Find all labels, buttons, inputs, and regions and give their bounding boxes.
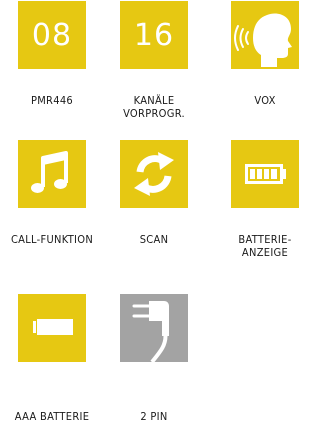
feature-tile-aaa-battery bbox=[18, 294, 86, 362]
headset-plug-icon bbox=[132, 301, 169, 362]
scan-arrows-icon bbox=[134, 152, 174, 196]
feature-label-2pin: 2 PIN bbox=[140, 410, 168, 423]
feature-tile-2pin bbox=[120, 294, 188, 362]
feature-label-vox: VOX bbox=[254, 94, 276, 107]
feature-tile-call bbox=[18, 140, 86, 208]
feature-label-battery-indicator: BATTERIE- ANZEIGE bbox=[238, 233, 292, 259]
feature-tile-battery-indicator bbox=[231, 140, 299, 208]
feature-tile-pmr446: 08 bbox=[18, 1, 86, 69]
music-note-icon bbox=[31, 151, 68, 193]
feature-label-aaa-battery: AAA BATTERIE bbox=[14, 410, 90, 423]
aaa-battery-icon bbox=[33, 319, 73, 335]
channel-count-text: 08 bbox=[31, 17, 73, 53]
feature-label-pmr446: PMR446 bbox=[30, 94, 74, 107]
feature-tile-scan bbox=[120, 140, 188, 208]
head-speaking-icon bbox=[234, 13, 292, 68]
feature-tile-vox bbox=[231, 1, 299, 69]
feature-label-scan: SCAN bbox=[139, 233, 169, 246]
channel-count-text: 16 bbox=[133, 17, 175, 53]
feature-label-channels: KANÄLE VORPROGR. bbox=[123, 94, 185, 120]
feature-label-call: CALL-FUNKTION bbox=[10, 233, 94, 246]
feature-tile-channels: 16 bbox=[120, 1, 188, 69]
battery-full-icon bbox=[245, 164, 286, 184]
